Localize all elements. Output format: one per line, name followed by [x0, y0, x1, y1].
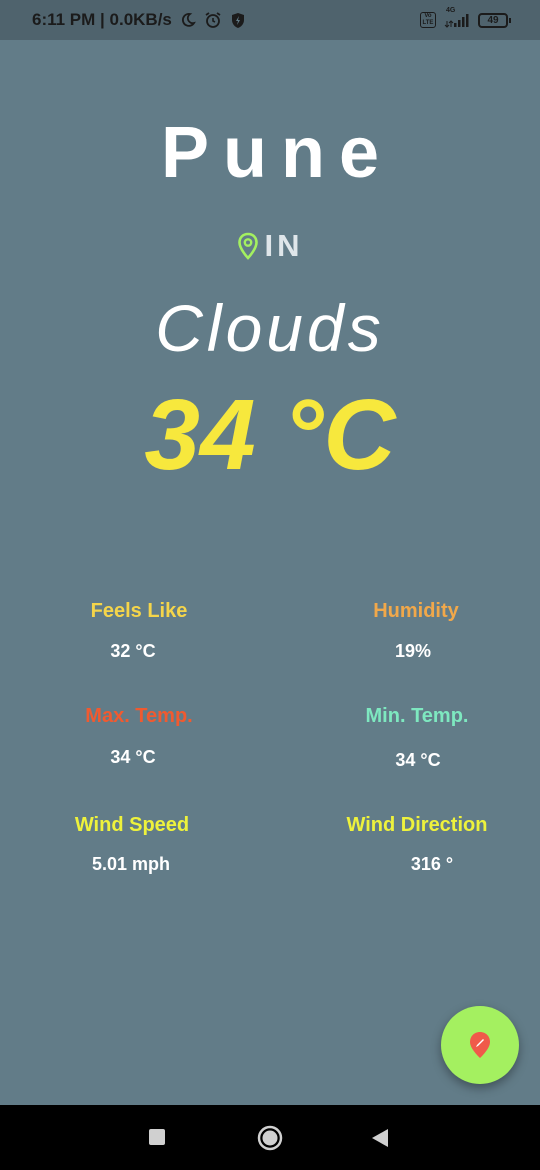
- back-triangle-icon[interactable]: [371, 1128, 389, 1148]
- moon-icon: [181, 13, 196, 27]
- country-code: IN: [264, 228, 304, 263]
- country-row: IN: [0, 228, 540, 264]
- location-edit-icon: [470, 1032, 490, 1058]
- navigation-bar: [0, 1105, 540, 1170]
- alarm-icon: [205, 12, 221, 28]
- status-left: 6:11 PM | 0.0KB/s: [32, 10, 246, 30]
- wind-speed-label: Wind Speed: [74, 814, 190, 836]
- min-temp-value: 34 °C: [395, 750, 441, 770]
- status-time-speed: 6:11 PM | 0.0KB/s: [32, 10, 172, 29]
- city-name: Pune: [160, 113, 394, 193]
- wind-direction-label: Wind Direction: [346, 814, 488, 836]
- signal-icon: 4G: [444, 7, 470, 28]
- square-icon[interactable]: [149, 1129, 165, 1145]
- wind-speed-value: 5.01 mph: [91, 854, 171, 874]
- feels-like-label: Feels Like: [90, 600, 188, 622]
- status-icons-left: [180, 11, 246, 29]
- shield-bolt-icon: [231, 12, 244, 28]
- min-temp-label: Min. Temp.: [365, 705, 469, 727]
- humidity-label: Humidity: [373, 600, 459, 622]
- status-right: Vo LTE 4G 49: [420, 7, 511, 28]
- max-temp-label: Max. Temp.: [85, 705, 193, 727]
- weather-screen: 6:11 PM | 0.0KB/s Vo LTE 4G 49 Pune IN C…: [0, 0, 540, 1170]
- status-bar: 6:11 PM | 0.0KB/s Vo LTE 4G 49: [0, 0, 540, 40]
- change-location-button[interactable]: [441, 1006, 519, 1084]
- current-temperature: 34 °C: [144, 379, 396, 491]
- battery-icon: 49: [478, 12, 511, 28]
- volte-icon: Vo LTE: [420, 12, 436, 28]
- wind-direction-value: 316 °: [410, 854, 454, 874]
- weather-condition: Clouds: [155, 291, 385, 365]
- location-pin-icon: [237, 232, 258, 260]
- feels-like-value: 32 °C: [110, 641, 156, 661]
- circle-icon[interactable]: [257, 1125, 283, 1151]
- humidity-value: 19%: [394, 641, 432, 661]
- max-temp-value: 34 °C: [110, 747, 156, 767]
